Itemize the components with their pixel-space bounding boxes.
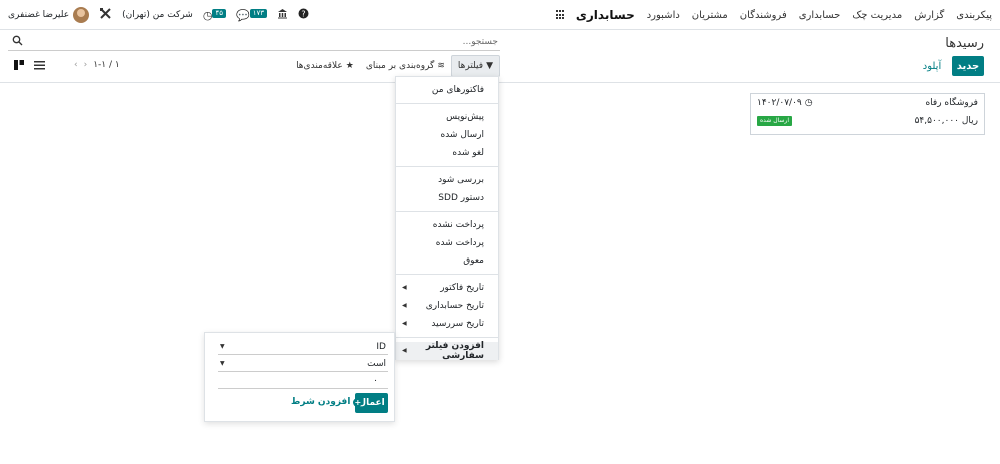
filter-to-check[interactable]: بررسی شود xyxy=(396,171,498,189)
caret-left-icon: ◀ xyxy=(402,302,407,309)
pager-value[interactable]: ۱-۱ / ۱ xyxy=(93,60,120,70)
add-custom-filter[interactable]: افزودن فیلتر سفارشی ◀ xyxy=(396,341,498,361)
filter-paid[interactable]: پرداخت شده xyxy=(396,234,498,252)
search-panel-toggles: ▼ فیلترها ≋ گروه‌بندی بر مبنای ★ علاقه‌م… xyxy=(290,55,500,77)
filters-label: فیلترها xyxy=(457,61,484,71)
menu-configuration[interactable]: پیکربندی xyxy=(956,10,992,21)
filter-cancelled[interactable]: لغو شده xyxy=(396,144,498,162)
search-input[interactable] xyxy=(38,35,498,49)
pager-next-icon[interactable]: › xyxy=(84,60,88,70)
card-date: ۱۴۰۲/۰۷/۰۹ xyxy=(757,98,802,108)
filter-invoice-date-label: تاریخ فاکتور xyxy=(440,283,484,293)
caret-down-icon: ▼ xyxy=(220,360,225,367)
nav-systray: علیرضا غضنفری شرکت من (تهران) ◷ ۴۵ 💬 ۱۷۳… xyxy=(8,0,309,30)
favorites-label: علاقه‌مندی‌ها xyxy=(296,61,343,71)
divider xyxy=(396,166,498,167)
menu-reporting[interactable]: گزارش xyxy=(914,10,944,21)
search-bar xyxy=(8,33,500,51)
add-condition-label: افزودن شرط xyxy=(291,397,351,407)
card-partner: فروشگاه رفاه xyxy=(925,98,978,108)
divider xyxy=(396,211,498,212)
upload-button[interactable]: آپلود xyxy=(916,56,948,76)
apps-menu-icon[interactable] xyxy=(554,10,564,20)
settings-tools-icon[interactable] xyxy=(99,7,112,23)
filter-due-date[interactable]: تاریخ سررسید ◀ xyxy=(396,315,498,333)
list-view-icon[interactable] xyxy=(34,60,45,73)
activity-menu[interactable]: ◷ ۴۵ xyxy=(202,8,226,22)
avatar xyxy=(73,7,90,23)
user-name: علیرضا غضنفری xyxy=(8,10,70,20)
kanban-card[interactable]: فروشگاه رفاه ◷ ۱۴۰۲/۰۷/۰۹ ریال ۵۴,۵۰۰,۰۰… xyxy=(750,93,985,135)
search-icon[interactable] xyxy=(12,35,23,49)
chat-icon: 💬 xyxy=(236,8,250,22)
status-badge: ارسال شده xyxy=(757,116,793,126)
filters-dropdown: فاکتورهای من پیش‌نویس ارسال شده لغو شده … xyxy=(395,76,499,361)
field-select[interactable]: ID ▼ xyxy=(218,339,388,355)
plus-circle-icon: + xyxy=(353,397,363,407)
value-input-text: ۰ xyxy=(373,375,378,386)
control-panel-divider xyxy=(0,82,1000,83)
filters-toggle[interactable]: ▼ فیلترها xyxy=(450,55,500,77)
messages-badge: ۱۷۳ xyxy=(249,8,267,18)
pager-prev-icon[interactable]: ‹ xyxy=(74,60,78,70)
kanban-view-icon[interactable] xyxy=(14,60,24,73)
operator-select[interactable]: است ▼ xyxy=(218,356,388,372)
bank-icon[interactable] xyxy=(277,8,288,22)
help-icon[interactable]: ? xyxy=(298,8,309,22)
operator-select-value: است xyxy=(367,358,386,369)
divider xyxy=(396,103,498,104)
nav-main: حسابداری داشبورد مشتریان فروشندگان حسابد… xyxy=(552,0,992,30)
filter-posted[interactable]: ارسال شده xyxy=(396,126,498,144)
caret-left-icon: ◀ xyxy=(402,320,407,327)
top-navbar: حسابداری داشبورد مشتریان فروشندگان حسابد… xyxy=(0,0,1000,30)
menu-vendors[interactable]: فروشندگان xyxy=(740,10,787,21)
group-by-toggle[interactable]: ≋ گروه‌بندی بر مبنای xyxy=(360,56,451,76)
menu-dashboard[interactable]: داشبورد xyxy=(647,10,680,21)
filter-unpaid[interactable]: پرداخت نشده xyxy=(396,216,498,234)
filter-due-date-label: تاریخ سررسید xyxy=(431,319,484,329)
page-title: رسیدها xyxy=(945,36,984,51)
filter-invoice-date[interactable]: تاریخ فاکتور ◀ xyxy=(396,279,498,297)
pager: ‹ › ۱-۱ / ۱ xyxy=(74,60,120,70)
star-icon: ★ xyxy=(345,61,354,71)
layers-icon: ≋ xyxy=(437,61,445,71)
custom-filter-panel: ID ▼ است ▼ ۰ اعمال + افزودن شرط xyxy=(204,332,395,422)
divider xyxy=(396,274,498,275)
new-button[interactable]: جدید xyxy=(952,56,984,76)
card-amount: ریال ۵۴,۵۰۰,۰۰۰ xyxy=(914,116,978,126)
divider xyxy=(396,337,498,338)
company-switcher[interactable]: شرکت من (تهران) xyxy=(122,10,193,20)
favorites-toggle[interactable]: ★ علاقه‌مندی‌ها xyxy=(290,56,360,76)
add-condition-button[interactable]: + افزودن شرط xyxy=(291,397,363,407)
filter-overdue[interactable]: معوق xyxy=(396,252,498,270)
user-menu[interactable]: علیرضا غضنفری xyxy=(8,7,90,23)
menu-check-management[interactable]: مدیریت چک xyxy=(852,10,902,21)
view-switcher xyxy=(14,60,45,73)
group-by-label: گروه‌بندی بر مبنای xyxy=(365,61,435,71)
filter-sdd-mandate[interactable]: دستور SDD xyxy=(396,189,498,207)
messages-menu[interactable]: 💬 ۱۷۳ xyxy=(236,8,267,22)
filter-accounting-date-label: تاریخ حسابداری xyxy=(425,301,484,311)
menu-accounting[interactable]: حسابداری xyxy=(799,10,841,21)
filter-my-invoices[interactable]: فاکتورهای من xyxy=(396,81,498,99)
filter-icon: ▼ xyxy=(486,61,493,71)
caret-down-icon: ▼ xyxy=(220,343,225,350)
app-brand[interactable]: حسابداری xyxy=(576,8,635,22)
value-input[interactable]: ۰ xyxy=(218,373,388,389)
caret-left-icon: ◀ xyxy=(402,347,407,354)
filter-draft[interactable]: پیش‌نویس xyxy=(396,108,498,126)
filter-accounting-date[interactable]: تاریخ حسابداری ◀ xyxy=(396,297,498,315)
card-date-wrap: ◷ ۱۴۰۲/۰۷/۰۹ xyxy=(757,98,813,108)
field-select-value: ID xyxy=(376,341,386,352)
activity-badge: ۴۵ xyxy=(212,8,226,18)
menu-customers[interactable]: مشتریان xyxy=(692,10,728,21)
svg-text:?: ? xyxy=(301,9,305,18)
clock-icon: ◷ xyxy=(202,8,213,22)
clock-icon: ◷ xyxy=(804,98,813,108)
add-custom-filter-label: افزودن فیلتر سفارشی xyxy=(425,341,484,361)
caret-left-icon: ◀ xyxy=(402,284,407,291)
